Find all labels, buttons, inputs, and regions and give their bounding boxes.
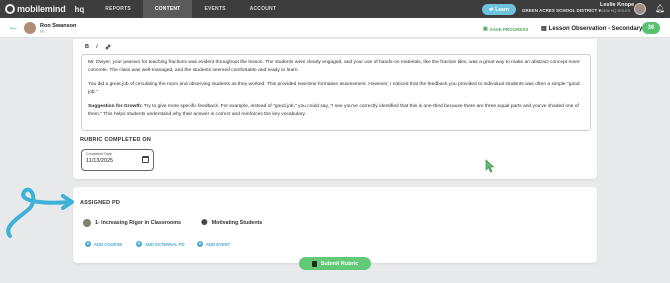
view-roles-link[interactable]: VIEW HQ ROLES	[600, 9, 634, 13]
link-icon[interactable]	[105, 44, 111, 52]
nav-tab-events[interactable]: EVENTS	[192, 0, 237, 18]
pd-item-label: Motivating Students	[211, 220, 263, 226]
add-external-pd-label: ADD EXTERNAL PD	[145, 241, 185, 247]
nav-tab-reports[interactable]: REPORTS	[93, 0, 143, 18]
back-arrow-icon[interactable]: ←	[8, 22, 19, 33]
observee-subject: PE	[40, 30, 45, 34]
plus-icon: +	[85, 241, 91, 247]
bold-button[interactable]: B	[85, 44, 89, 52]
logo-text: mobilemind	[17, 4, 66, 14]
feedback-paragraph-2: You did a great job of circulating the r…	[88, 82, 580, 95]
calendar-icon[interactable]	[142, 156, 149, 163]
assigned-pd-heading: ASSIGNED PD	[80, 200, 121, 206]
district-name: GREEN ACRES SCHOOL DISTRICT	[522, 8, 598, 13]
document-icon: ▤	[541, 26, 547, 32]
top-nav: mobilemind hq REPORTS CONTENT EVENTS ACC…	[0, 0, 670, 18]
suggestion-label: Suggestion for Growth:	[88, 104, 143, 110]
page-title: ▤ Lesson Observation - Secondary	[541, 25, 643, 33]
page-title-text: Lesson Observation - Secondary	[548, 25, 643, 32]
plus-icon: +	[197, 241, 203, 247]
feedback-paragraph-1: Mr. Dwyer, your passion for teaching fra…	[88, 60, 580, 73]
save-progress-button[interactable]: ▣ SAVE PROGRESS	[483, 26, 528, 32]
feedback-editor[interactable]: Mr. Dwyer, your passion for teaching fra…	[81, 54, 591, 131]
observation-header: ← Ron Swanson PE ▣ SAVE PROGRESS ▤ Lesso…	[0, 18, 670, 38]
save-progress-label: SAVE PROGRESS	[489, 26, 529, 32]
logo[interactable]: mobilemind hq	[5, 0, 84, 18]
pd-item[interactable]: 1- Increasing Rigor in Classrooms	[83, 219, 181, 227]
submit-rubric-button[interactable]: Submit Rubric	[299, 257, 371, 270]
assigned-pd-card: ASSIGNED PD 1- Increasing Rigor in Class…	[73, 187, 597, 263]
nav-tab-account[interactable]: ACCOUNT	[238, 0, 288, 18]
italic-button[interactable]: I	[96, 44, 98, 52]
nav-tab-content[interactable]: CONTENT	[142, 0, 193, 18]
score-badge: 36	[642, 22, 660, 34]
district-selector[interactable]: GREEN ACRES SCHOOL DISTRICT ▾	[522, 8, 601, 14]
editor-toolbar: B I	[85, 44, 111, 52]
pd-item-label: 1- Increasing Rigor in Classrooms	[95, 220, 181, 226]
rubric-completed-heading: RUBRIC COMPLETED ON	[80, 137, 152, 143]
learn-label: Learn	[495, 6, 509, 13]
mouse-cursor-icon	[485, 159, 495, 173]
submit-rubric-label: Submit Rubric	[320, 260, 359, 267]
swap-icon: ⇄	[489, 6, 494, 13]
logo-hq: hq	[74, 4, 85, 14]
suggestion-text: Try to give more specific feedback. For …	[88, 104, 579, 117]
pd-item[interactable]: ✺ Motivating Students	[201, 219, 262, 227]
plus-icon: +	[136, 241, 142, 247]
annotation-arrow	[6, 187, 74, 238]
learn-button[interactable]: ⇄ Learn	[482, 4, 516, 15]
save-icon: ▣	[483, 26, 488, 32]
add-event-label: ADD EVENT	[206, 241, 231, 247]
sparkle-icon: ✺	[201, 218, 208, 227]
completed-date-value[interactable]: 11/13/2025	[86, 158, 113, 164]
user-avatar[interactable]	[634, 3, 646, 15]
bell-icon[interactable]: 🔔︎	[655, 5, 665, 13]
observee-avatar	[24, 22, 36, 34]
logo-icon	[5, 4, 15, 14]
observee-name: Ron Swanson	[40, 23, 77, 29]
add-event-button[interactable]: + ADD EVENT	[197, 241, 230, 247]
feedback-card: B I Mr. Dwyer, your passion for teaching…	[73, 39, 597, 179]
user-name: Leslie Knope	[600, 2, 635, 8]
clipboard-icon	[311, 260, 317, 267]
add-course-label: ADD COURSE	[94, 241, 123, 247]
course-thumbnail-icon	[83, 219, 91, 227]
add-external-pd-button[interactable]: + ADD EXTERNAL PD	[136, 241, 185, 247]
add-course-button[interactable]: + ADD COURSE	[85, 241, 122, 247]
completed-date-field[interactable]: Completed Date 11/13/2025	[81, 149, 154, 171]
completed-date-legend: Completed Date	[86, 152, 112, 156]
feedback-paragraph-3: Suggestion for Growth: Try to give more …	[88, 103, 584, 118]
user-menu[interactable]: Leslie Knope VIEW HQ ROLES	[600, 2, 634, 13]
